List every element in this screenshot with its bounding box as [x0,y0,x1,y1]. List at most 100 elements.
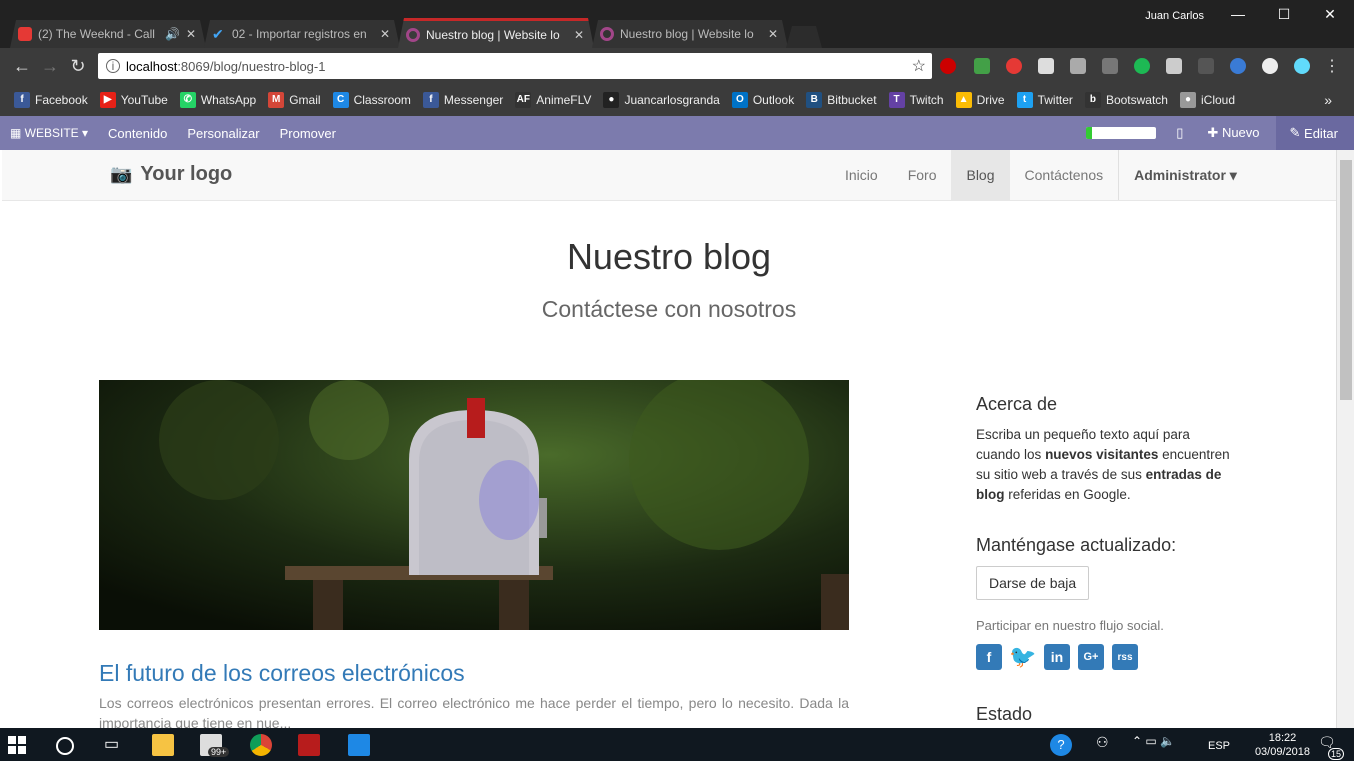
bookmark-gmail[interactable]: M Gmail [268,92,321,108]
page-scrollbar[interactable] [1336,150,1354,728]
menu-personalizar[interactable]: Personalizar [177,126,269,141]
rss-icon[interactable]: rss [1112,644,1138,670]
back-icon[interactable]: ← [10,56,34,77]
gmail-icon: M [268,92,285,108]
tab-importar[interactable]: ✔ 02 - Importar registros en ✕ [204,20,400,48]
close-icon[interactable]: ✕ [186,27,196,41]
drive-icon: ▲ [955,92,972,108]
circle-extension-icon[interactable] [1262,58,1278,74]
close-icon[interactable]: ✕ [574,28,584,42]
bookmark-classroom[interactable]: C Classroom [332,92,411,108]
language-indicator[interactable]: ESP [1208,740,1230,752]
mobile-preview-icon[interactable]: ▯ [1176,125,1183,141]
nav-foro[interactable]: Foro [893,150,952,200]
google-plus-icon[interactable]: G+ [1078,644,1104,670]
nav-admin-dropdown[interactable]: Administrator ▾ [1118,150,1252,200]
pdf-extension-icon[interactable] [1102,58,1118,74]
help-icon[interactable]: ? [1050,734,1072,756]
progress-fill [1086,127,1092,139]
unsubscribe-button[interactable]: Darse de baja [976,566,1090,600]
forward-icon[interactable]: → [38,56,62,77]
windows-start-icon[interactable] [8,736,26,754]
tab-youtube[interactable]: (2) The Weeknd - Call 🔊 ✕ [10,20,206,48]
reload-icon[interactable]: ↻ [66,56,90,77]
bookmark-messenger[interactable]: f Messenger [422,92,503,108]
puzzle-icon[interactable] [1038,58,1054,74]
menu-icon[interactable]: ⋮ [1320,56,1344,76]
evernote-icon[interactable] [1134,58,1150,74]
nav-contactenos[interactable]: Contáctenos [1010,150,1119,200]
bookmark-label: Bootswatch [1105,93,1168,107]
bookmark-twitter[interactable]: t Twitter [1016,92,1073,108]
facebook-icon[interactable]: f [976,644,1002,670]
nav-inicio[interactable]: Inicio [830,150,893,200]
website-menu[interactable]: ▦ WEBSITE ▾ [0,126,98,140]
check-icon: ✔ [212,26,224,42]
close-window-icon[interactable]: ✕ [1315,6,1345,23]
file-explorer-icon[interactable] [152,734,174,756]
vscode-icon[interactable] [348,734,370,756]
bookmark-label: Facebook [35,93,88,107]
clock-time: 18:22 [1268,732,1297,744]
ublock-icon[interactable] [1006,58,1022,74]
camera-extension-icon[interactable] [1070,58,1086,74]
twitter-icon[interactable]: 🐦 [1009,644,1036,670]
admin-label: Administrator [1134,167,1226,183]
linkedin-icon[interactable]: in [1044,644,1070,670]
address-bar[interactable]: i localhost:8069/blog/nuestro-blog-1 ☆ [98,53,932,79]
react-icon[interactable] [1294,58,1310,74]
bookmark-whatsapp[interactable]: ✆ WhatsApp [179,92,256,108]
bookmark-label: Juancarlosgranda [624,93,720,107]
new-button[interactable]: ✚ Nuevo [1207,125,1259,141]
site-nav-links: Inicio Foro Blog Contáctenos Administrat… [830,150,1252,200]
minimize-icon[interactable]: — [1223,6,1253,22]
bookmark-drive[interactable]: ▲ Drive [955,92,1005,108]
sidebar-estado: Estado [976,704,1236,725]
site-logo[interactable]: 📷 Your logo [110,163,232,186]
close-icon[interactable]: ✕ [768,27,778,41]
bookmark-animeflv[interactable]: AF AnimeFLV [515,92,591,108]
classroom-icon: C [332,92,349,108]
nav-blog[interactable]: Blog [951,150,1010,200]
close-icon[interactable]: ✕ [380,27,390,41]
bookmark-youtube[interactable]: ▶ YouTube [99,92,168,108]
scrollbar-thumb[interactable] [1340,160,1352,400]
bookmark-twitch[interactable]: T Twitch [888,92,944,108]
chrome-icon[interactable] [250,734,272,756]
outlook-icon: O [731,92,748,108]
post-cover-image[interactable] [99,380,849,630]
bookmark-bootswatch[interactable]: b Bootswatch [1084,92,1168,108]
bookmark-bitbucket[interactable]: B Bitbucket [806,92,877,108]
profile-name[interactable]: Juan Carlos [1145,10,1204,22]
bookmark-outlook[interactable]: O Outlook [731,92,795,108]
cube-icon[interactable] [1166,58,1182,74]
adblock-icon[interactable] [940,58,956,74]
extension-icon[interactable] [1198,58,1214,74]
menu-promover[interactable]: Promover [270,126,346,141]
maximize-icon[interactable]: ☐ [1269,6,1299,23]
menu-contenido[interactable]: Contenido [98,126,177,141]
system-tray-icons[interactable]: ⌃ ▭ 🔈 [1132,734,1202,756]
globe-icon[interactable] [1230,58,1246,74]
new-tab-button[interactable] [786,26,822,48]
bookmarks-overflow-button[interactable]: » [1324,92,1332,108]
edit-button[interactable]: ✎ Editar [1275,116,1354,150]
clock[interactable]: 18:22 03/09/2018 [1255,731,1310,759]
tab-nuestro-blog-active[interactable]: Nuestro blog | Website lo ✕ [398,18,594,48]
icloud-icon: ● [1179,92,1196,108]
odoo-icon [406,28,420,42]
shield-icon[interactable] [974,58,990,74]
post-title-link[interactable]: El futuro de los correos electrónicos [99,660,465,687]
task-view-icon[interactable]: ▭ [104,734,126,756]
bookmark-icloud[interactable]: ● iCloud [1179,92,1235,108]
acrobat-icon[interactable] [298,734,320,756]
info-icon[interactable]: i [106,59,120,73]
cortana-icon[interactable] [56,737,74,755]
bookmark-label: Outlook [752,93,795,107]
bookmark-juancarlosgranda[interactable]: ● Juancarlosgranda [603,92,720,108]
tab-nuestro-blog[interactable]: Nuestro blog | Website lo ✕ [592,20,788,48]
star-icon[interactable]: ☆ [912,56,926,76]
people-icon[interactable]: ⚇ [1096,734,1118,756]
facebook-icon: f [14,92,30,108]
bookmark-facebook[interactable]: f Facebook [14,92,88,108]
